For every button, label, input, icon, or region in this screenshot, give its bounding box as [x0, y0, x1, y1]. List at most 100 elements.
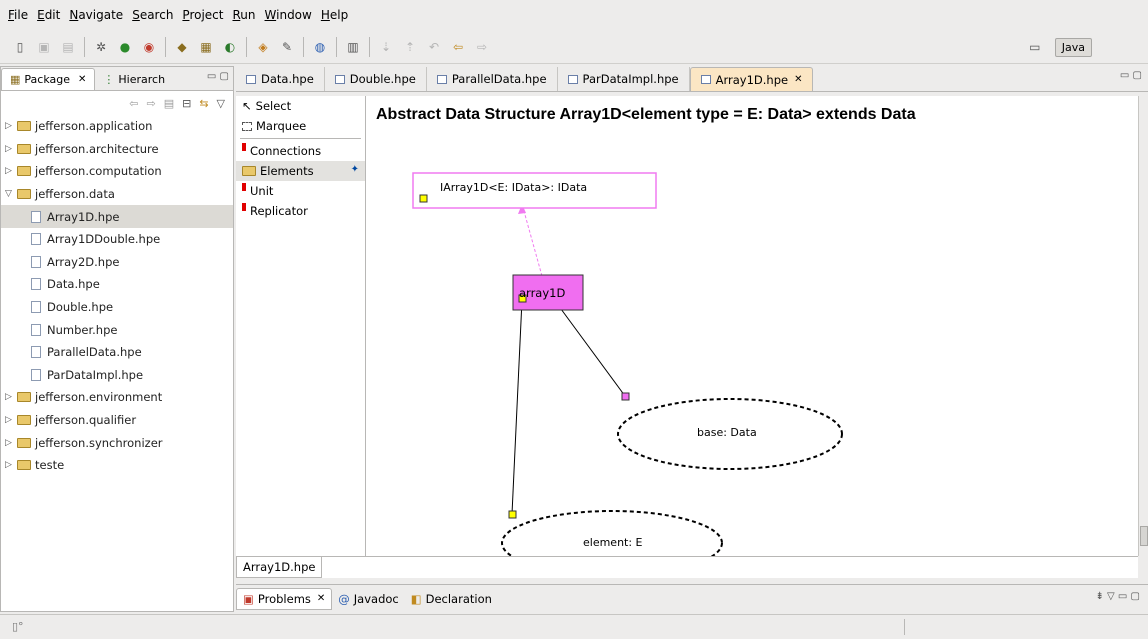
- collapse-icon[interactable]: ▽: [5, 189, 17, 199]
- expand-icon[interactable]: ▷: [5, 166, 17, 176]
- menu-help[interactable]: Help: [321, 8, 348, 22]
- expand-icon[interactable]: ▷: [5, 392, 17, 402]
- tree-item-paralleldata-hpe[interactable]: ParallelData.hpe: [1, 341, 233, 364]
- tab-double-hpe[interactable]: Double.hpe: [325, 67, 427, 91]
- expand-icon[interactable]: ▷: [5, 460, 17, 470]
- tree-item-jefferson-architecture[interactable]: ▷ jefferson.architecture: [1, 138, 233, 161]
- up-icon[interactable]: ▤: [164, 97, 174, 110]
- search-icon[interactable]: ✎: [277, 37, 297, 57]
- menu-navigate[interactable]: Navigate: [69, 8, 123, 22]
- file-icon: [567, 74, 578, 84]
- debug-icon[interactable]: ✲: [91, 37, 111, 57]
- replicator-icon: [242, 203, 246, 211]
- close-icon[interactable]: ✕: [317, 593, 325, 604]
- new-class-icon[interactable]: ◐: [220, 37, 240, 57]
- scroll-thumb[interactable]: [1140, 526, 1148, 546]
- tree-item-jefferson-qualifier[interactable]: ▷ jefferson.qualifier: [1, 409, 233, 432]
- tree-item-label: jefferson.application: [35, 119, 153, 134]
- tree-item-teste[interactable]: ▷ teste: [1, 454, 233, 477]
- inheritance-connector[interactable]: [521, 203, 543, 277]
- tab-problems[interactable]: ▣ Problems ✕: [236, 587, 333, 610]
- view-menu-icon[interactable]: ▽: [217, 97, 225, 110]
- element-connector[interactable]: [511, 299, 523, 515]
- menu-edit[interactable]: Edit: [37, 8, 60, 22]
- palette-marquee-tool[interactable]: Marquee: [236, 116, 365, 136]
- element-ellipse[interactable]: [501, 510, 723, 556]
- palette-elements-drawer[interactable]: Elements ✦: [236, 161, 365, 181]
- minimize-maximize-icon[interactable]: ▭ ▢: [1120, 70, 1142, 81]
- menu-file[interactable]: File: [8, 8, 28, 22]
- tab-declaration[interactable]: ◧ Declaration: [405, 588, 498, 610]
- open-perspective-icon[interactable]: ▭: [1025, 37, 1045, 57]
- base-connector[interactable]: [560, 308, 626, 397]
- tree-item-jefferson-computation[interactable]: ▷ jefferson.computation: [1, 160, 233, 183]
- palette-select-tool[interactable]: ↖ Select: [236, 96, 365, 116]
- new-java-project-icon[interactable]: ◆: [172, 37, 192, 57]
- base-port[interactable]: [621, 392, 630, 401]
- tab-paralleldata-hpe[interactable]: ParallelData.hpe: [427, 67, 558, 91]
- pin-icon[interactable]: ✦: [351, 164, 359, 175]
- tab-data-hpe[interactable]: Data.hpe: [236, 67, 325, 91]
- tree-item-jefferson-environment[interactable]: ▷ jefferson.environment: [1, 386, 233, 409]
- palette-unit-tool[interactable]: Unit: [236, 181, 365, 201]
- expand-icon[interactable]: ▷: [5, 121, 17, 131]
- open-type-icon[interactable]: ◈: [253, 37, 273, 57]
- interface-port[interactable]: [419, 194, 428, 203]
- palette-replicator-tool[interactable]: Replicator: [236, 201, 365, 221]
- minimize-maximize-icon[interactable]: ▭ ▢: [207, 71, 229, 82]
- tree-item-jefferson-application[interactable]: ▷ jefferson.application: [1, 115, 233, 138]
- fast-view-icon[interactable]: ▯°: [12, 620, 24, 633]
- file-icon: [31, 301, 41, 314]
- tab-label: ParDataImpl.hpe: [582, 72, 679, 86]
- tree-item-array1ddouble-hpe[interactable]: Array1DDouble.hpe: [1, 228, 233, 251]
- tab-array1d-page[interactable]: Array1D.hpe: [236, 557, 323, 578]
- forward-icon[interactable]: ⇨: [146, 97, 155, 110]
- back-icon[interactable]: ⇦: [448, 37, 468, 57]
- save-icon[interactable]: ▣: [34, 37, 54, 57]
- tab-package[interactable]: ▦ Package ✕: [1, 68, 96, 90]
- tree-item-array2d-hpe[interactable]: Array2D.hpe: [1, 251, 233, 274]
- annotation-icon[interactable]: ▥: [343, 37, 363, 57]
- palette-connections-tool[interactable]: Connections: [236, 141, 365, 161]
- tab-hierarchy[interactable]: ⋮ Hierarch: [95, 68, 173, 90]
- tree-item-number-hpe[interactable]: Number.hpe: [1, 318, 233, 341]
- collapse-all-icon[interactable]: ⊟: [182, 97, 191, 110]
- java-perspective-button[interactable]: Java: [1054, 37, 1092, 57]
- expand-icon[interactable]: ▷: [5, 438, 17, 448]
- previous-annotation-icon[interactable]: ⇡: [400, 37, 420, 57]
- tree-item-data-hpe[interactable]: Data.hpe: [1, 273, 233, 296]
- tree-item-jefferson-data[interactable]: ▽ jefferson.data: [1, 183, 233, 206]
- palette: ↖ Select Marquee Connections Elements ✦ Un…: [236, 96, 366, 556]
- new-icon[interactable]: ▯: [10, 37, 30, 57]
- tree-item-array1d-hpe[interactable]: Array1D.hpe: [1, 205, 233, 228]
- menu-project[interactable]: Project: [182, 8, 223, 22]
- next-annotation-icon[interactable]: ⇣: [376, 37, 396, 57]
- new-package-icon[interactable]: ▦: [196, 37, 216, 57]
- expand-icon[interactable]: ▷: [5, 144, 17, 154]
- globe-icon[interactable]: ◍: [310, 37, 330, 57]
- tab-javadoc[interactable]: @ Javadoc: [332, 588, 404, 610]
- run-icon[interactable]: ●: [115, 37, 135, 57]
- close-icon[interactable]: ✕: [794, 74, 802, 85]
- tab-pardataimpl-hpe[interactable]: ParDataImpl.hpe: [558, 67, 690, 91]
- print-icon[interactable]: ▤: [58, 37, 78, 57]
- menu-run[interactable]: Run: [232, 8, 255, 22]
- tree-item-double-hpe[interactable]: Double.hpe: [1, 296, 233, 319]
- vertical-scrollbar[interactable]: [1138, 96, 1148, 556]
- expand-icon[interactable]: ▷: [5, 415, 17, 425]
- last-edit-icon[interactable]: ↶: [424, 37, 444, 57]
- menu-search[interactable]: Search: [132, 8, 173, 22]
- diagram-canvas[interactable]: Abstract Data Structure Array1D<element …: [366, 96, 1138, 556]
- element-port[interactable]: [508, 510, 517, 519]
- menu-window[interactable]: Window: [265, 8, 312, 22]
- tree-item-label: Number.hpe: [47, 322, 118, 337]
- tree-item-jefferson-synchronizer[interactable]: ▷ jefferson.synchronizer: [1, 431, 233, 454]
- view-toolbar-icons[interactable]: ⇟ ▽ ▭ ▢: [1095, 591, 1140, 602]
- external-tools-icon[interactable]: ◉: [139, 37, 159, 57]
- forward-icon[interactable]: ⇨: [472, 37, 492, 57]
- back-icon[interactable]: ⇦: [129, 97, 138, 110]
- link-with-editor-icon[interactable]: ⇆: [199, 97, 208, 110]
- close-icon[interactable]: ✕: [78, 74, 86, 85]
- tab-array1d-hpe[interactable]: Array1D.hpe ✕: [689, 67, 814, 91]
- tree-item-pardataimpl-hpe[interactable]: ParDataImpl.hpe: [1, 364, 233, 387]
